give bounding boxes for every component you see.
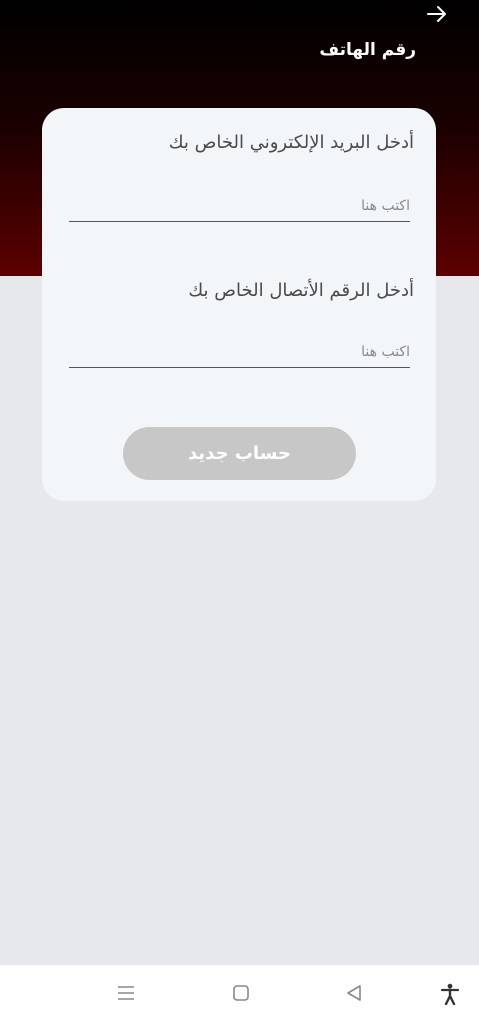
menu-icon[interactable] [116, 983, 136, 1003]
arrow-right-icon [427, 6, 446, 22]
page-title: رقم الهاتف [319, 40, 416, 60]
email-field[interactable] [69, 191, 410, 222]
home-square-icon[interactable] [231, 983, 251, 1003]
phone-field[interactable] [69, 337, 410, 368]
accessibility-icon[interactable] [440, 983, 460, 1005]
form-card: أدخل البريد الإلكتروني الخاص بك أدخل الر… [42, 108, 436, 501]
back-triangle-icon[interactable] [344, 983, 364, 1003]
create-account-button[interactable]: حساب جديد [123, 427, 356, 480]
system-nav-bar [0, 965, 479, 1024]
back-button[interactable] [425, 4, 449, 24]
phone-label: أدخل الرقم الأتصال الخاص بك [188, 280, 414, 301]
email-label: أدخل البريد الإلكتروني الخاص بك [168, 132, 414, 153]
